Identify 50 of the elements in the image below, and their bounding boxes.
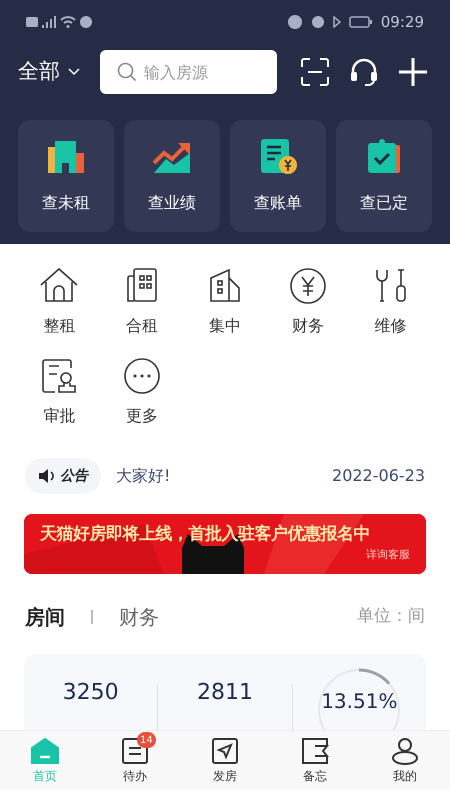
unit-label: 单位：间 [357,605,425,628]
chevron-down-icon [68,68,80,76]
headset-icon [348,57,378,87]
bill-icon [258,137,298,177]
wifi-icon [60,16,76,28]
stat-value: 3250 [62,679,119,706]
nav-tab[interactable]: 待办 14 [90,731,180,790]
scan-icon [301,58,329,86]
notice-text: 大家好! [116,465,170,487]
user-icon [391,736,419,764]
quick-action-card[interactable]: 查未租 [18,120,114,232]
menu-item[interactable]: 整租 [18,266,101,338]
speaker-icon [38,468,56,484]
menu-item[interactable]: 合租 [100,266,184,338]
banner-title: 天猫好房即将上线，首批入驻客户优惠报名中 [40,523,371,546]
battery-icon [348,16,373,28]
home-icon [31,736,59,764]
stat-value: 2811 [196,679,253,706]
menu-item[interactable]: 财务 [266,266,350,338]
menu-item[interactable]: 维修 [349,266,432,338]
yen-icon [288,266,328,306]
section-tab[interactable]: 房间 [25,602,65,632]
add-button[interactable] [398,57,428,87]
search-icon [117,62,137,82]
customer-service-button[interactable] [348,57,378,87]
quick-action-card[interactable]: 查已定 [336,120,432,232]
nav-tab[interactable]: 发房 [180,731,270,790]
signal-icon [42,16,56,28]
quick-action-card[interactable]: 查业绩 [124,120,220,232]
menu-item[interactable]: 集中 [184,266,266,338]
search-field[interactable]: 输入房源 [100,50,277,94]
scan-button[interactable] [301,58,329,86]
menu-item[interactable]: 审批 [18,356,101,428]
notice-label: 公告 [60,466,88,486]
rate-value: 13.51% [321,688,398,714]
more-icon [122,356,162,396]
menu-item[interactable]: 更多 [100,356,184,428]
quick-action-card[interactable]: 查账单 [230,120,326,232]
promo-banner[interactable]: 天猫好房即将上线，首批入驻客户优惠报名中 详询客服 [24,514,426,574]
send-icon [211,736,239,764]
notice-date: 2022-06-23 [332,465,425,487]
nav-tab[interactable]: 我的 [360,731,450,790]
nav-tab[interactable]: 备忘 [270,731,360,790]
section-tab[interactable]: 财务 [119,602,159,632]
status-time: 09:29 [380,12,424,33]
scope-dropdown[interactable]: 全部 [18,56,80,88]
memo-icon [301,736,329,764]
plus-icon [398,57,428,87]
banner-subtitle: 详询客服 [366,546,410,562]
count-badge: 14 [137,732,156,748]
